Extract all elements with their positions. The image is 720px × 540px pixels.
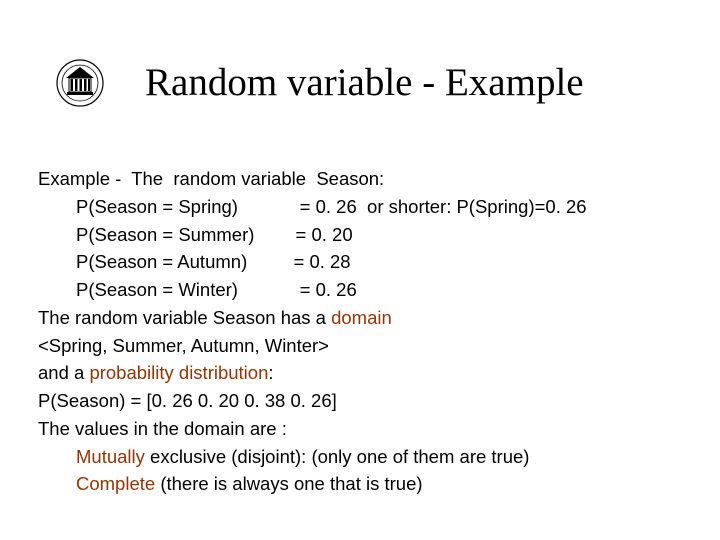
domain-word: domain bbox=[331, 307, 392, 328]
dist-pre: and a bbox=[38, 362, 89, 383]
university-logo bbox=[55, 58, 105, 118]
line-prob-summer: P(Season = Summer) = 0. 20 bbox=[38, 221, 690, 249]
domain-pre: The random variable Season has a bbox=[38, 307, 331, 328]
slide-body: Example - The random variable Season: P(… bbox=[38, 165, 690, 498]
slide: Random variable - Example Example - The … bbox=[0, 0, 720, 540]
dist-post: : bbox=[268, 362, 273, 383]
prob-autumn-rhs: = 0. 28 bbox=[294, 251, 351, 272]
dist-word: probability distribution bbox=[89, 362, 268, 383]
prob-winter-lhs: P(Season = Winter) bbox=[76, 279, 238, 300]
complete-rest: (there is always one that is true) bbox=[155, 473, 422, 494]
line-prob-spring: P(Season = Spring) = 0. 26 or shorter: P… bbox=[38, 193, 690, 221]
mutually-rest: exclusive (disjoint): (only one of them … bbox=[145, 446, 530, 467]
line-mutually: Mutually exclusive (disjoint): (only one… bbox=[38, 443, 690, 471]
prob-spring-lhs: P(Season = Spring) bbox=[76, 196, 238, 217]
prob-summer-rhs: = 0. 20 bbox=[296, 224, 353, 245]
line-prob-winter: P(Season = Winter) = 0. 26 bbox=[38, 276, 690, 304]
complete-word: Complete bbox=[76, 473, 155, 494]
prob-winter-rhs: = 0. 26 bbox=[300, 279, 357, 300]
line-domain: The random variable Season has a domain bbox=[38, 304, 690, 332]
prob-spring-rhs: = 0. 26 or shorter: P(Spring)=0. 26 bbox=[300, 196, 587, 217]
line-values-intro: The values in the domain are : bbox=[38, 415, 690, 443]
prob-autumn-lhs: P(Season = Autumn) bbox=[76, 251, 247, 272]
mutually-word: Mutually bbox=[76, 446, 145, 467]
line-domain-values: <Spring, Summer, Autumn, Winter> bbox=[38, 332, 690, 360]
line-complete: Complete (there is always one that is tr… bbox=[38, 470, 690, 498]
slide-title: Random variable - Example bbox=[145, 60, 584, 105]
line-distribution-values: P(Season) = [0. 26 0. 20 0. 38 0. 26] bbox=[38, 387, 690, 415]
prob-summer-lhs: P(Season = Summer) bbox=[76, 224, 254, 245]
line-distribution: and a probability distribution: bbox=[38, 359, 690, 387]
line-intro: Example - The random variable Season: bbox=[38, 165, 690, 193]
line-prob-autumn: P(Season = Autumn) = 0. 28 bbox=[38, 248, 690, 276]
